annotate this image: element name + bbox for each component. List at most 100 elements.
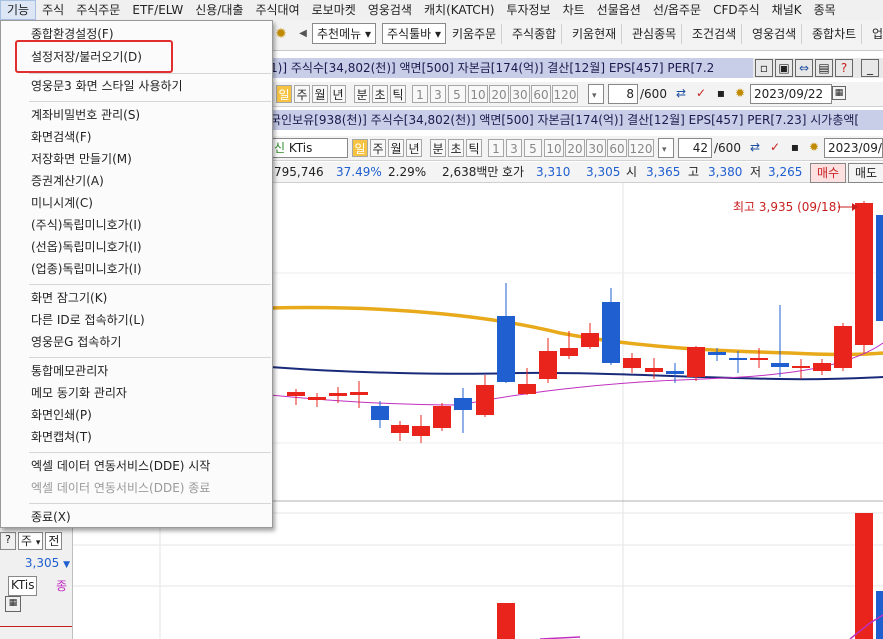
- period-year-button[interactable]: 년: [406, 139, 422, 157]
- menu-item-hero3-style[interactable]: 영웅문3 화면 스타일 사용하기: [31, 77, 183, 95]
- menu-item-print-screen[interactable]: 화면인쇄(P): [31, 406, 92, 424]
- menu-invest-info[interactable]: 투자정보: [500, 0, 556, 20]
- menu-item-mini-clock[interactable]: 미니시계(C): [31, 194, 93, 212]
- save-icon[interactable]: ▪: [712, 85, 730, 103]
- menu-item-calculator[interactable]: 증권계산기(A): [31, 172, 104, 190]
- candle[interactable]: [433, 403, 451, 431]
- indicator-icon[interactable]: ✓: [766, 139, 784, 157]
- menu-item-exit[interactable]: 종료(X): [31, 508, 71, 526]
- kiwoom-current-button[interactable]: 키움현재: [567, 24, 623, 44]
- left-tab-stock[interactable]: 주 ▾: [18, 532, 44, 550]
- date-field[interactable]: 2023/09/22: [824, 138, 883, 158]
- arrow-left-icon[interactable]: ◀: [294, 26, 312, 44]
- interval-1-button[interactable]: 1: [488, 139, 504, 157]
- compare-icon[interactable]: ⇄: [746, 139, 764, 157]
- menu-etf-elw[interactable]: ETF/ELW: [126, 0, 189, 20]
- minimize-icon[interactable]: _: [861, 59, 879, 77]
- date-field[interactable]: 2023/09/22: [750, 84, 832, 104]
- interval-120-button[interactable]: 120: [628, 139, 654, 157]
- kiwoom-order-button[interactable]: 키움주문: [447, 24, 503, 44]
- compare-icon[interactable]: ⇄: [672, 85, 690, 103]
- link-icon[interactable]: ▣: [775, 59, 793, 77]
- bar-count-input[interactable]: 42: [678, 138, 712, 158]
- menu-stock[interactable]: 주식: [36, 0, 70, 20]
- interval-dropdown[interactable]: ▾: [588, 84, 604, 104]
- watchlist-button[interactable]: 관심종목: [627, 24, 683, 44]
- menu-item-login-other-id[interactable]: 다른 ID로 접속하기(L): [31, 311, 145, 329]
- sector-button[interactable]: 업: [867, 24, 883, 44]
- candle[interactable]: [834, 323, 852, 371]
- interval-5-button[interactable]: 5: [448, 85, 466, 103]
- interval-1-button[interactable]: 1: [412, 85, 428, 103]
- indicator-icon[interactable]: ✓: [692, 85, 710, 103]
- period-second-button[interactable]: 초: [372, 85, 388, 103]
- period-year-button[interactable]: 년: [330, 85, 346, 103]
- interval-60-button[interactable]: 60: [607, 139, 627, 157]
- interval-3-button[interactable]: 3: [430, 85, 446, 103]
- menu-cfd-stock[interactable]: CFD주식: [707, 0, 766, 20]
- total-chart-button[interactable]: 종합차트: [807, 24, 863, 44]
- left-stock-name[interactable]: KTis: [8, 576, 38, 596]
- menu-hero-search[interactable]: 영웅검색: [362, 0, 418, 20]
- help-icon[interactable]: ?: [835, 59, 853, 77]
- menu-function[interactable]: 기능: [0, 0, 37, 20]
- sell-button[interactable]: 매도: [848, 163, 883, 183]
- period-month-button[interactable]: 월: [388, 139, 404, 157]
- interval-20-button[interactable]: 20: [565, 139, 585, 157]
- menu-item-account-password[interactable]: 계좌비밀번호 관리(S): [31, 106, 140, 124]
- menu-item-memo-sync[interactable]: 메모 동기화 관리자: [31, 384, 127, 402]
- menu-katch[interactable]: 캐치(KATCH): [418, 0, 500, 20]
- menu-item-dde-start[interactable]: 엑셀 데이터 연동서비스(DDE) 시작: [31, 457, 210, 475]
- interval-dropdown[interactable]: ▾: [658, 138, 674, 158]
- period-tick-button[interactable]: 틱: [390, 85, 406, 103]
- period-minute-button[interactable]: 분: [430, 139, 446, 157]
- period-day-button[interactable]: 일: [352, 139, 368, 157]
- period-week-button[interactable]: 주: [294, 85, 310, 103]
- menu-credit-loan[interactable]: 신용/대출: [189, 0, 249, 20]
- stock-name-field[interactable]: 신 KTis: [270, 138, 348, 158]
- menu-item-capture-screen[interactable]: 화면캡쳐(T): [31, 428, 92, 446]
- interval-20-button[interactable]: 20: [489, 85, 509, 103]
- gear-icon[interactable]: ✹: [272, 26, 290, 44]
- period-week-button[interactable]: 주: [370, 139, 386, 157]
- period-second-button[interactable]: 초: [448, 139, 464, 157]
- menu-item-hero-g[interactable]: 영웅문G 접속하기: [31, 333, 121, 351]
- tile-icon[interactable]: ▤: [815, 59, 833, 77]
- menu-futures-options[interactable]: 선물옵션: [591, 0, 647, 20]
- menu-item-stock-mini-quote[interactable]: (주식)독립미니호가(I): [31, 216, 142, 234]
- menu-chart[interactable]: 차트: [557, 0, 591, 20]
- table-icon[interactable]: ▦: [5, 596, 21, 612]
- menu-channel-k[interactable]: 채널K: [766, 0, 808, 20]
- menu-item-lock-screen[interactable]: 화면 잠그기(K): [31, 289, 107, 307]
- condition-search-button[interactable]: 조건검색: [687, 24, 743, 44]
- period-month-button[interactable]: 월: [312, 85, 328, 103]
- interval-10-button[interactable]: 10: [544, 139, 564, 157]
- menu-item-fo-mini-quote[interactable]: (선옵)독립미니호가(I): [31, 238, 142, 256]
- interval-3-button[interactable]: 3: [506, 139, 522, 157]
- interval-60-button[interactable]: 60: [531, 85, 551, 103]
- period-tick-button[interactable]: 틱: [466, 139, 482, 157]
- period-day-button[interactable]: 일: [276, 85, 292, 103]
- menu-item-screen-search[interactable]: 화면검색(F): [31, 128, 91, 146]
- interval-30-button[interactable]: 30: [586, 139, 606, 157]
- buy-button[interactable]: 매수: [810, 163, 846, 183]
- menu-robomarket[interactable]: 로보마켓: [306, 0, 362, 20]
- toggle-icon[interactable]: ?: [0, 532, 16, 550]
- recommend-menu-select[interactable]: 추천메뉴 ▾: [312, 23, 377, 44]
- pin-icon[interactable]: ⇔: [795, 59, 813, 77]
- interval-30-button[interactable]: 30: [510, 85, 530, 103]
- menu-stock-lending[interactable]: 주식대여: [249, 0, 305, 20]
- hero-search-button[interactable]: 영웅검색: [747, 24, 803, 44]
- menu-item-memo-manager[interactable]: 통합메모관리자: [31, 362, 108, 380]
- menu-stock-order[interactable]: 주식주문: [70, 0, 126, 20]
- menu-fo-order[interactable]: 선/옵주문: [647, 0, 707, 20]
- period-minute-button[interactable]: 분: [354, 85, 370, 103]
- stock-summary-button[interactable]: 주식종합: [507, 24, 563, 44]
- settings-icon[interactable]: ✹: [731, 85, 749, 103]
- candle[interactable]: [876, 215, 883, 321]
- menu-item-sector-mini-quote[interactable]: (업종)독립미니호가(I): [31, 260, 142, 278]
- window-icon[interactable]: ▫: [755, 59, 773, 77]
- save-icon[interactable]: ▪: [786, 139, 804, 157]
- candle[interactable]: [855, 201, 873, 353]
- left-tab-all[interactable]: 전: [45, 532, 63, 550]
